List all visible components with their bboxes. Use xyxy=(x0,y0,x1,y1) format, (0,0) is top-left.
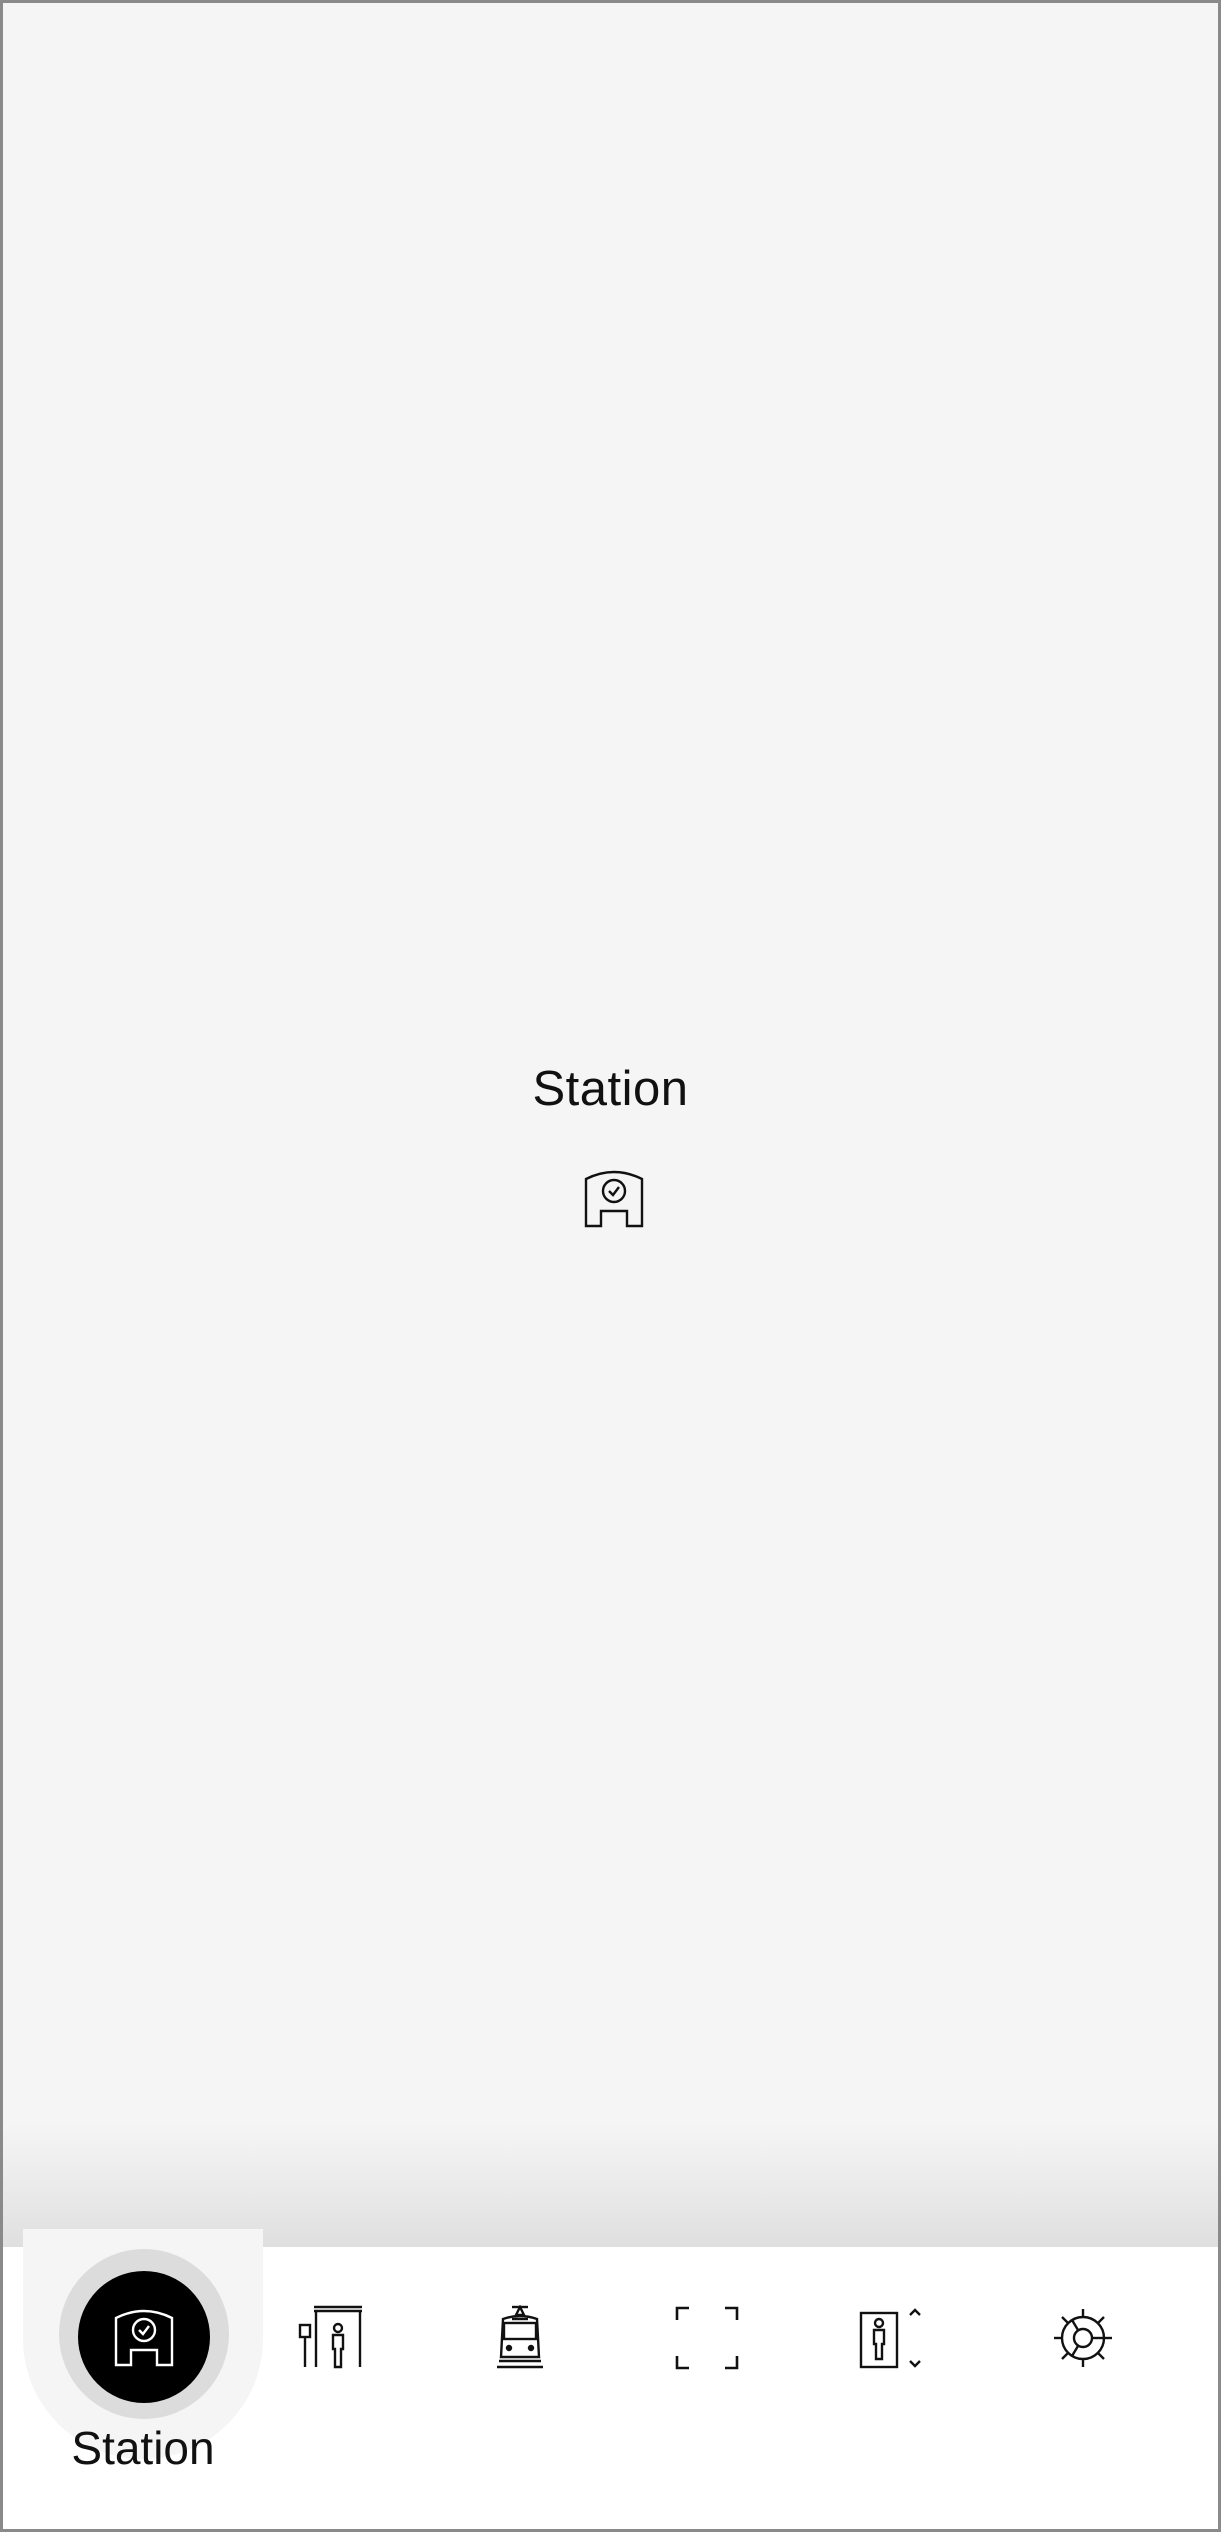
page-title: Station xyxy=(532,1062,689,1116)
tab-station[interactable] xyxy=(78,2271,210,2403)
tab-train[interactable] xyxy=(475,2293,565,2383)
gear-icon xyxy=(1052,2307,1114,2369)
tab-station-label: Station xyxy=(71,2422,215,2474)
platform-sign-icon xyxy=(298,2305,364,2371)
main-content: Station xyxy=(3,3,1218,2247)
tab-settings[interactable] xyxy=(1038,2293,1128,2383)
elevator-icon xyxy=(859,2307,929,2369)
train-front-icon xyxy=(495,2305,545,2371)
scan-frame-icon xyxy=(675,2306,739,2370)
station-clock-icon xyxy=(583,1167,645,1229)
tab-scan[interactable] xyxy=(662,2293,752,2383)
station-clock-icon xyxy=(113,2306,175,2368)
tab-elevator[interactable] xyxy=(849,2293,939,2383)
app-screen: Station Station xyxy=(0,0,1221,2532)
tab-platform[interactable] xyxy=(286,2293,376,2383)
